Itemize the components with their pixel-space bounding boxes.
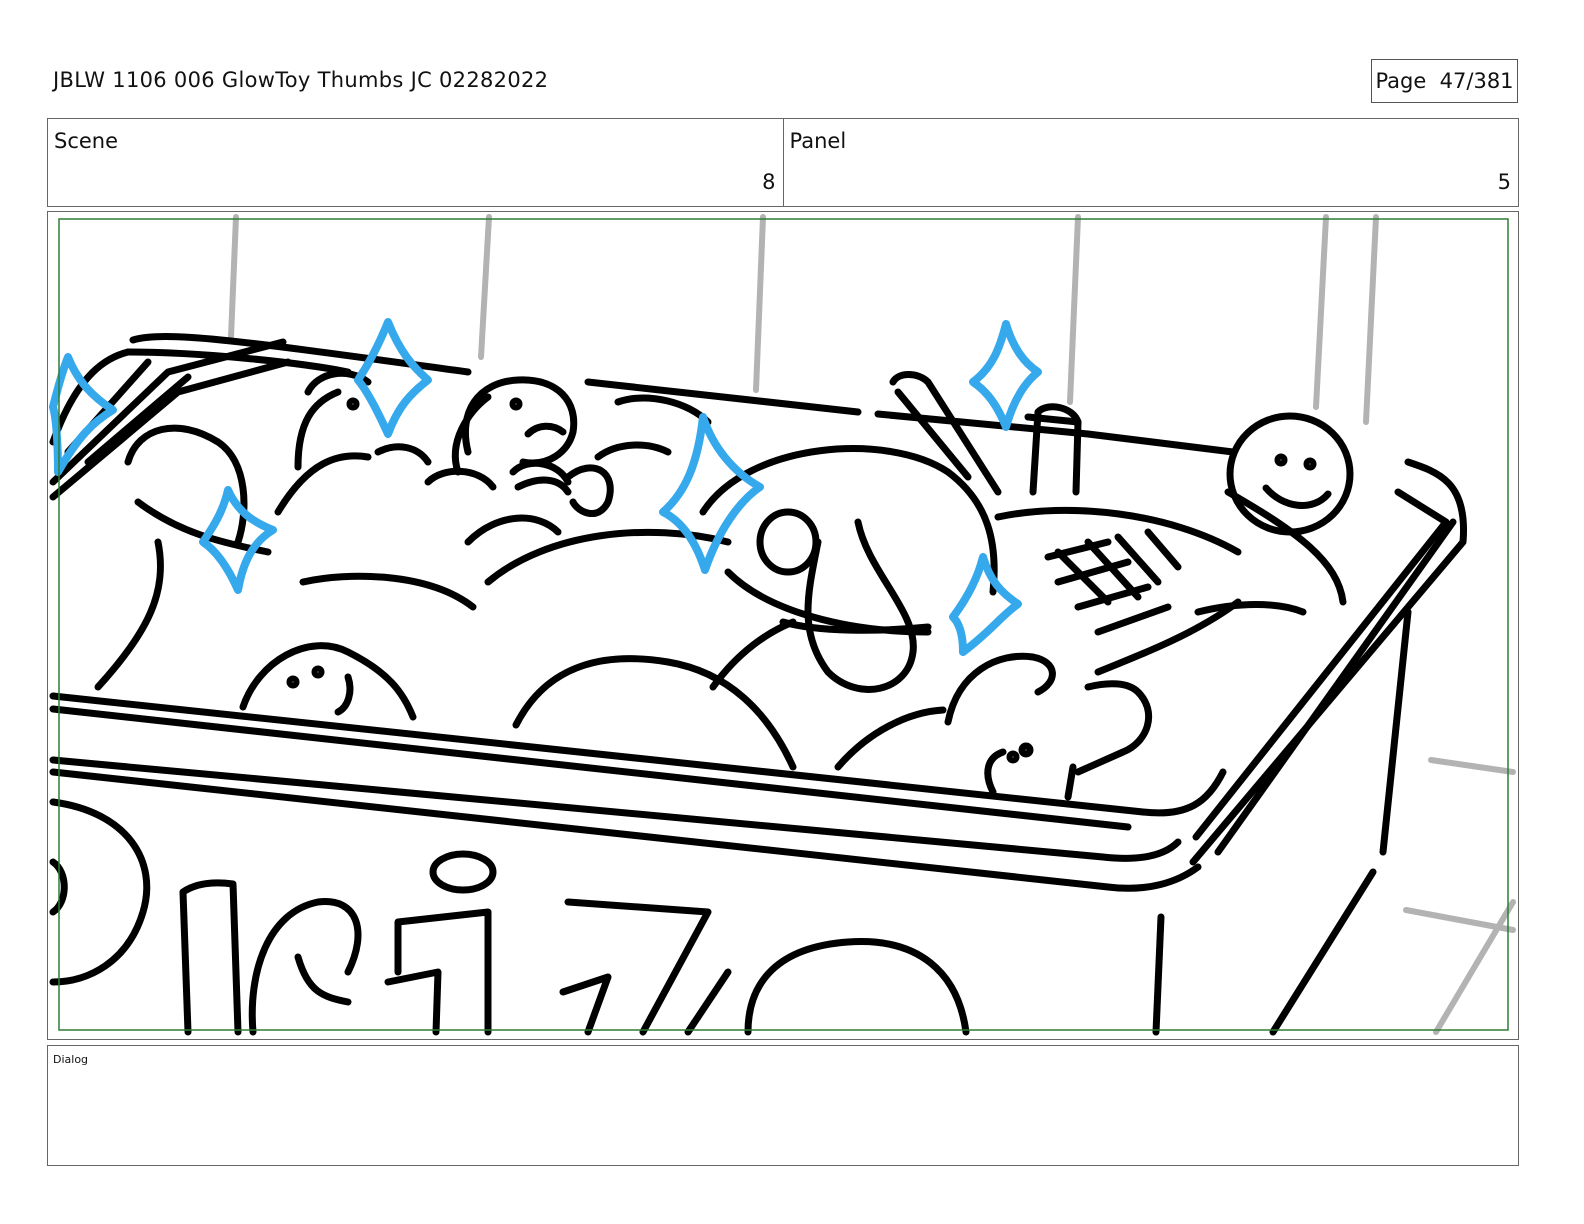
storyboard-panel <box>47 211 1519 1040</box>
document-title: JBLW 1106 006 GlowToy Thumbs JC 02282022 <box>53 68 549 92</box>
sparkle-highlights <box>49 318 1042 656</box>
sparkle-icon <box>969 320 1042 431</box>
dialog-label: Dialog <box>53 1053 89 1066</box>
page-number: 47/381 <box>1439 69 1514 93</box>
scene-number: 8 <box>762 170 776 194</box>
dialog-box: Dialog <box>47 1045 1519 1166</box>
panel-label: Panel <box>789 129 847 153</box>
sparkle-icon <box>354 318 432 438</box>
sparkle-icon <box>659 413 764 574</box>
background-wall-lines <box>228 214 1516 1035</box>
page-indicator: Page 47/381 <box>1371 59 1518 103</box>
scene-label: Scene <box>54 129 119 153</box>
scene-panel-table: Scene 8 Panel 5 <box>47 118 1519 207</box>
storyboard-sketch <box>49 214 1516 1036</box>
page-label: Page <box>1375 69 1427 93</box>
sparkle-icon <box>949 553 1022 656</box>
prize-bin-sketch <box>49 333 1468 1036</box>
panel-cell: Panel 5 <box>782 119 1519 206</box>
scene-cell: Scene 8 <box>48 119 783 206</box>
panel-number: 5 <box>1497 170 1511 194</box>
